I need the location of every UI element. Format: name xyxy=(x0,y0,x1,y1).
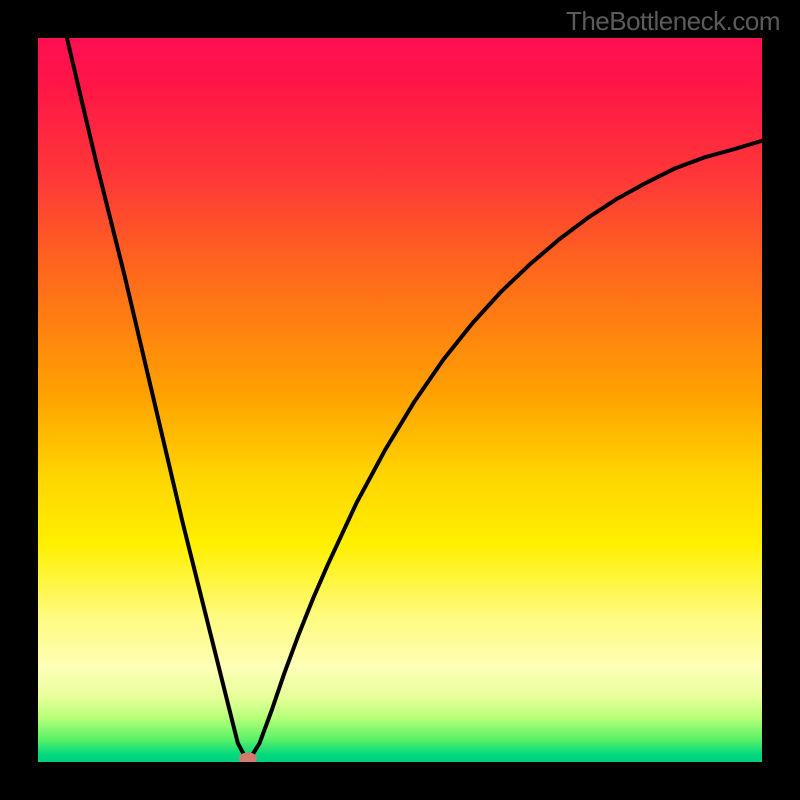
chart-container: TheBottleneck.com xyxy=(0,0,800,800)
watermark-text: TheBottleneck.com xyxy=(566,6,780,37)
bottleneck-curve xyxy=(67,38,762,762)
curve-svg xyxy=(38,38,762,762)
plot-area xyxy=(38,38,762,762)
